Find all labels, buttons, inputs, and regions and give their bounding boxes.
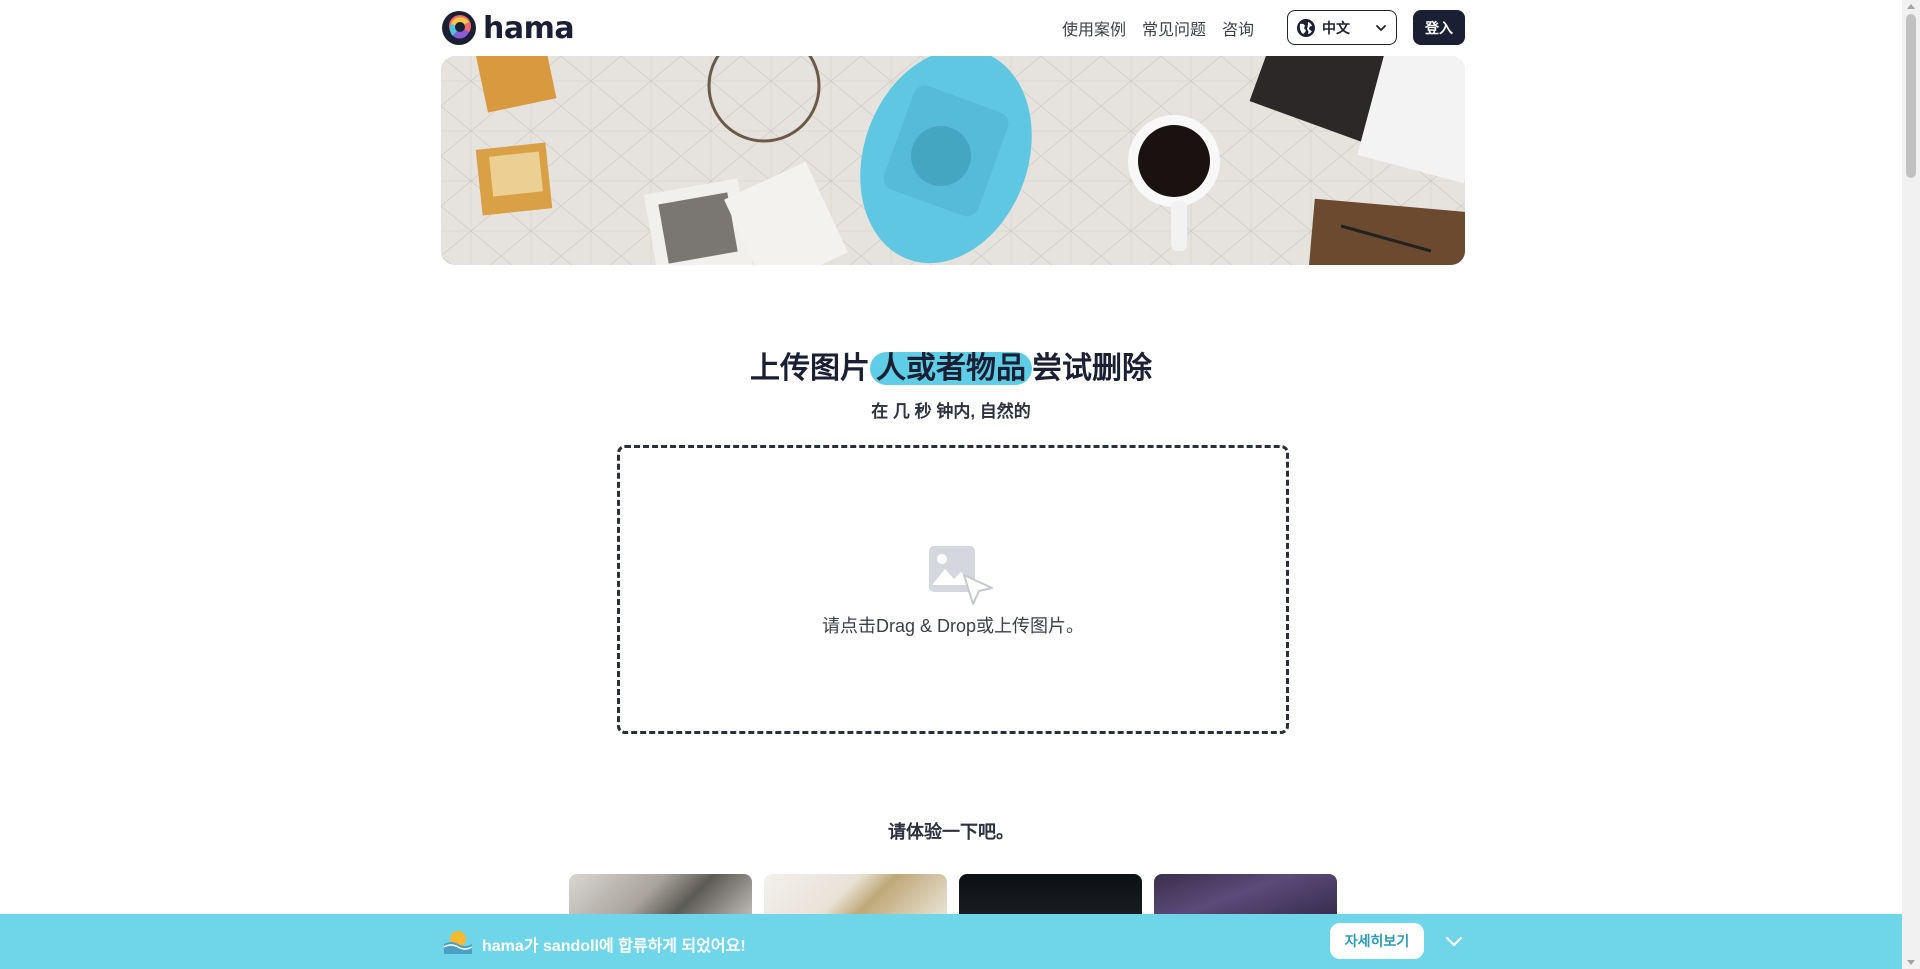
scroll-up-arrow[interactable] [1907,4,1915,9]
try-title: 请体验一下吧。 [888,822,1014,842]
learn-more-button[interactable]: 자세히보기 [1330,923,1424,959]
banner-text: hama가 sandoll에 합류하게 되었어요! [482,938,746,955]
nav: 使用案例 常见问题 咨询 [1062,8,1254,48]
chevron-down-icon[interactable] [1443,930,1465,952]
page-title: 上传图片 人或者物品 尝试删除 [0,343,1902,387]
globe-icon [1297,18,1315,37]
scrollbar[interactable] [1902,0,1920,969]
chevron-down-icon [1376,24,1386,31]
scroll-thumb[interactable] [1906,14,1916,178]
header: hama 使用案例 常见问题 咨询 中文 登入 [441,8,1465,48]
nav-contact[interactable]: 咨询 [1222,16,1254,40]
language-select[interactable]: 中文 [1287,10,1397,45]
nav-faq[interactable]: 常见问题 [1142,16,1206,40]
page-subtitle: 在 几 秒 钟内, 自然的 [871,402,1031,421]
image-upload-icon [929,546,993,605]
announcement-banner: hama가 sandoll에 합류하게 되었어요! 자세히보기 [0,914,1902,969]
language-label: 中文 [1322,19,1350,36]
upload-dropzone[interactable]: 请点击Drag & Drop或上传图片。 [617,445,1289,734]
title-after: 尝试删除 [1032,352,1152,385]
logo-icon [442,11,476,45]
logo-text: hama [483,10,575,46]
title-highlight: 人或者物品 [870,352,1032,385]
nav-use-cases[interactable]: 使用案例 [1062,16,1126,40]
hero-image [441,56,1465,265]
scroll-down-arrow[interactable] [1907,960,1915,965]
logo[interactable]: hama [441,8,575,48]
page: hama 使用案例 常见问题 咨询 中文 登入 上传图片 人或者物品 尝试删除 … [0,0,1902,969]
dropzone-text: 请点击Drag & Drop或上传图片。 [821,616,1085,636]
cursor-icon [963,574,993,605]
sandoll-icon [443,931,473,954]
login-button[interactable]: 登入 [1413,10,1465,45]
title-before: 上传图片 [750,352,870,385]
